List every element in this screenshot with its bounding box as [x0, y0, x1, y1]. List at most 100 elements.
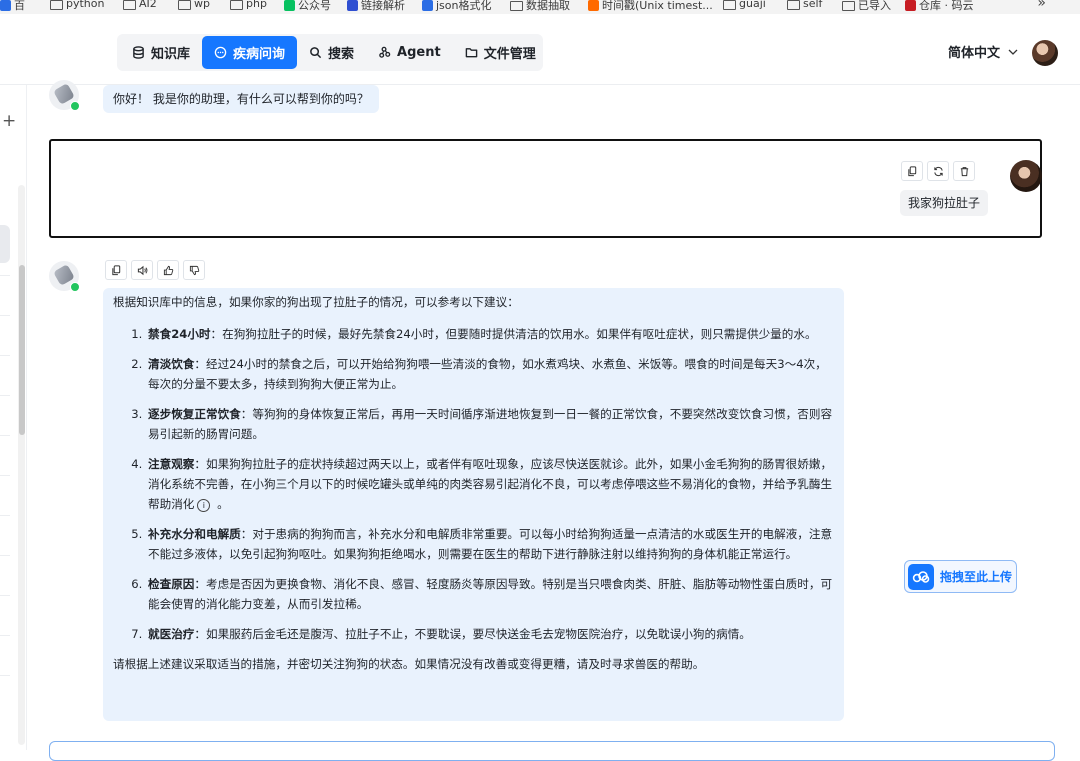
folder-icon [178, 0, 191, 10]
bookmark-item[interactable]: self [787, 0, 822, 10]
folder-icon [465, 48, 478, 58]
bookmark-item[interactable]: 链接解析 [347, 0, 405, 13]
bookmark-label: json格式化 [436, 0, 492, 12]
bookmark-item[interactable]: 仓库 · 码云 [905, 0, 974, 13]
language-label: 简体中文 [948, 46, 1001, 61]
chevron-down-icon [1008, 49, 1018, 55]
user-message-avatar [1010, 160, 1042, 192]
json-icon [422, 0, 433, 11]
bookmark-label: 百 [14, 0, 25, 12]
online-status-dot [70, 101, 80, 111]
drag-upload-button[interactable]: 拖拽至此上传 [904, 560, 1017, 593]
delete-button[interactable] [953, 161, 975, 181]
list-item: 检查原因：考虑是否因为更换食物、消化不良、感冒、轻度肠炎等原因导致。特别是当只喂… [146, 574, 834, 614]
bookmark-label: python [66, 0, 105, 10]
bookmark-label: 已导入 [858, 0, 891, 12]
item-text: ：如果服药后金毛还是腹泻、拉肚子不止，不要耽误，要尽快送金毛去宠物医院治疗，以免… [194, 627, 751, 641]
language-selector[interactable]: 简体中文 [948, 42, 1018, 61]
tab-search[interactable]: 搜索 [297, 36, 366, 69]
wechat-icon [284, 0, 295, 11]
answer-actions [105, 260, 205, 280]
tab-label: 知识库 [151, 47, 191, 62]
bookmark-item[interactable]: 百 [0, 0, 25, 13]
thumbs-up-button[interactable] [157, 260, 179, 280]
item-text: ：如果狗狗拉肚子的症状持续超过两天以上，或者伴有呕吐现象，应该尽快送医就诊。此外… [148, 457, 833, 511]
divider [0, 435, 10, 436]
item-title: 就医治疗 [148, 627, 195, 641]
copy-button[interactable] [105, 260, 127, 280]
bookmark-label: 公众号 [298, 0, 331, 12]
bookmark-label: php [246, 0, 267, 10]
bookmark-item[interactable]: AI2 [123, 0, 157, 10]
user-avatar[interactable] [1032, 40, 1058, 66]
item-title: 逐步恢复正常饮食 [148, 407, 241, 421]
copy-icon [907, 165, 916, 176]
cloud-upload-icon [908, 563, 934, 590]
tab-agent[interactable]: Agent [366, 36, 453, 69]
answer-outro: 请根据上述建议采取适当的措施，并密切关注狗狗的状态。如果情况没有改善或变得更糟，… [113, 657, 705, 671]
top-nav: 知识库 疾病问询 搜索 Agent 文件管理 简体中文 [0, 14, 1080, 85]
online-status-dot [70, 282, 80, 292]
speaker-icon [137, 265, 147, 275]
list-item: 注意观察：如果狗狗拉肚子的症状持续超过两天以上，或者伴有呕吐现象，应该尽快送医就… [146, 454, 834, 514]
bookmark-item[interactable]: 已导入 [842, 0, 891, 13]
item-text: ：对于患病的狗狗而言，补充水分和电解质非常重要。可以每小时给狗狗适量一点清洁的水… [148, 527, 833, 561]
chat-input-box[interactable] [49, 741, 1055, 761]
tab-knowledge-base[interactable]: 知识库 [120, 36, 202, 69]
bookmark-item[interactable]: guaji [723, 0, 766, 10]
new-chat-button[interactable]: + [2, 111, 16, 131]
folder-icon [787, 0, 800, 10]
sidebar-item-active[interactable] [0, 225, 10, 263]
thumbs-down-button[interactable] [183, 260, 205, 280]
bookmark-item[interactable]: php [230, 0, 267, 10]
upload-label: 拖拽至此上传 [940, 570, 1013, 584]
divider [0, 275, 10, 276]
item-text: ：等狗狗的身体恢复正常后，再用一天时间循序渐进地恢复到一日一餐的正常饮食，不要突… [148, 407, 833, 441]
folder-icon [510, 1, 523, 11]
item-title: 注意观察 [148, 457, 195, 471]
user-message: 我家狗拉肚子 [900, 190, 989, 216]
info-icon[interactable]: i [197, 499, 211, 512]
list-item: 就医治疗：如果服药后金毛还是腹泻、拉肚子不止，不要耽误，要尽快送金毛去宠物医院治… [146, 624, 834, 644]
tab-label: 文件管理 [483, 47, 536, 62]
bookmarks-more-button[interactable]: » [1037, 0, 1046, 11]
item-text: ：考虑是否因为更换食物、消化不良、感冒、轻度肠炎等原因导致。特别是当只喂食肉类、… [148, 577, 833, 611]
thumbs-up-icon [163, 265, 173, 275]
agent-icon [379, 46, 391, 58]
bookmark-item[interactable]: python [50, 0, 104, 10]
bookmark-label: guaji [739, 0, 766, 10]
database-icon [133, 46, 144, 59]
bookmark-item[interactable]: 公众号 [284, 0, 331, 13]
list-item: 补充水分和电解质：对于患病的狗狗而言，补充水分和电解质非常重要。可以每小时给狗狗… [146, 524, 834, 564]
bookmark-label: 时间戳(Unix timest... [602, 0, 713, 12]
folder-icon [723, 0, 736, 10]
assistant-avatar [49, 80, 80, 111]
tab-label: 疾病问询 [233, 47, 286, 62]
item-title: 禁食24小时 [148, 327, 211, 341]
bookmark-label: self [803, 0, 823, 10]
bookmark-item[interactable]: 数据抽取 [510, 0, 570, 13]
clock-icon [588, 0, 599, 11]
link-icon [347, 0, 358, 11]
bookmark-item[interactable]: wp [178, 0, 210, 10]
bookmark-item[interactable]: json格式化 [422, 0, 492, 13]
tab-label: Agent [397, 45, 441, 60]
trash-icon [960, 166, 968, 176]
bookmark-item[interactable]: 时间戳(Unix timest... [588, 0, 713, 13]
item-title: 检查原因 [148, 577, 195, 591]
divider [0, 355, 10, 356]
regenerate-button[interactable] [927, 161, 949, 181]
gitee-icon [905, 0, 916, 11]
copy-button[interactable] [901, 161, 923, 181]
tab-disease-inquiry[interactable]: 疾病问询 [202, 36, 298, 69]
scrollbar-thumb[interactable] [19, 265, 25, 435]
bookmark-label: 数据抽取 [526, 0, 570, 12]
divider [0, 595, 10, 596]
divider [0, 515, 10, 516]
list-item: 禁食24小时：在狗狗拉肚子的时候，最好先禁食24小时，但要随时提供清洁的饮用水。… [146, 324, 834, 344]
divider [0, 555, 10, 556]
read-aloud-button[interactable] [131, 260, 153, 280]
tab-file-management[interactable]: 文件管理 [453, 36, 548, 69]
list-item: 清淡饮食：经过24小时的禁食之后，可以开始给狗狗喂一些清淡的食物，如水煮鸡块、水… [146, 354, 834, 394]
item-text-suffix: 。 [213, 497, 229, 511]
